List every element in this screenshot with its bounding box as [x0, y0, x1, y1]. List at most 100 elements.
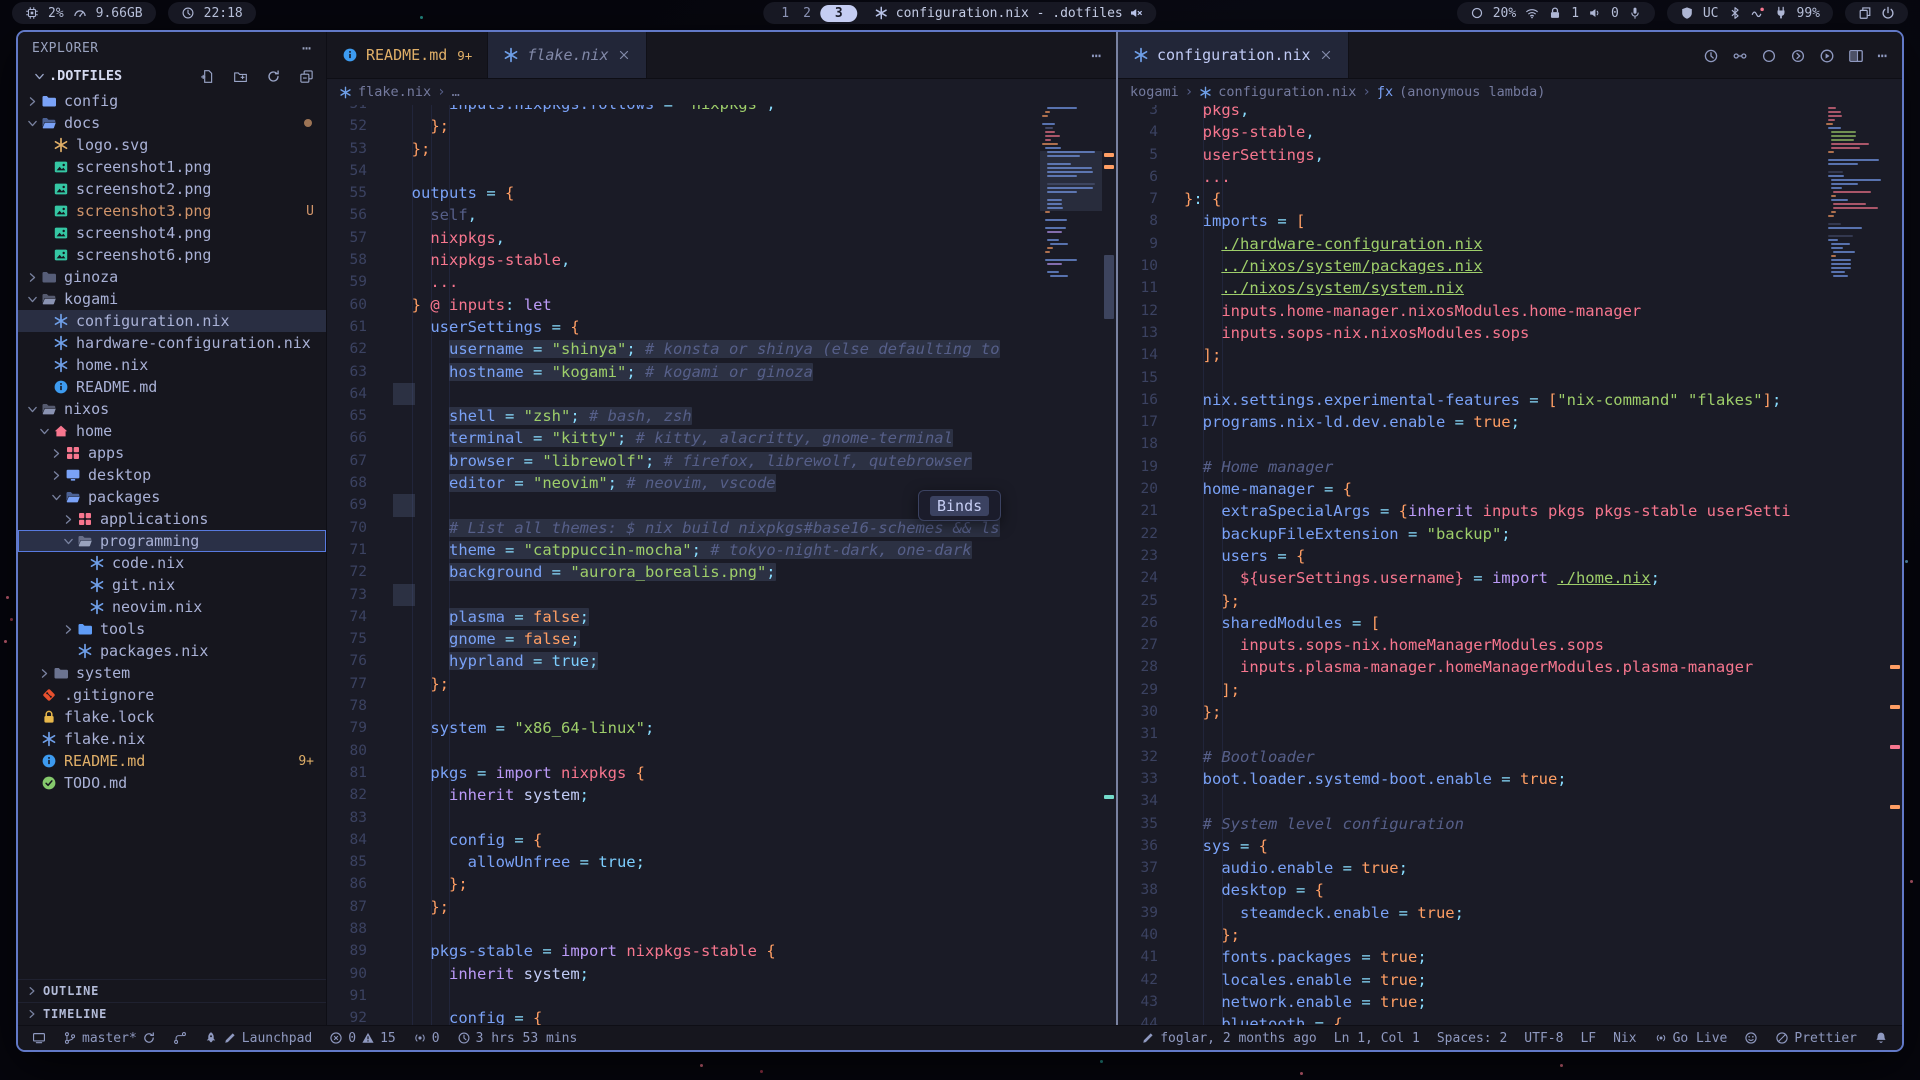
- tree-item-programming[interactable]: programming: [18, 530, 326, 552]
- overview-ruler[interactable]: [1102, 105, 1116, 1025]
- circr-action-button[interactable]: [1790, 46, 1806, 65]
- status-problems[interactable]: 015: [329, 1031, 395, 1046]
- chevron-down-icon-box[interactable]: [24, 117, 41, 130]
- tree-item-packages[interactable]: packages: [18, 486, 326, 508]
- code-editor-flake[interactable]: 51 inputs.nixpkgs.follows = "nixpkgs";52…: [327, 105, 1116, 1025]
- status-launchpad[interactable]: Launchpad: [204, 1031, 312, 1046]
- refresh-button[interactable]: [257, 68, 281, 84]
- tree-item-logo.svg[interactable]: logo.svg: [18, 134, 326, 156]
- tab-readme.md[interactable]: README.md9+: [327, 32, 488, 78]
- chevron-right-icon-box[interactable]: [60, 513, 77, 526]
- workspace-root-row[interactable]: .DOTFILES: [18, 64, 326, 88]
- breadcrumb-item[interactable]: configuration.nix: [1218, 84, 1356, 100]
- tree-item-code.nix[interactable]: code.nix: [18, 552, 326, 574]
- tree-item-flake.nix[interactable]: flake.nix: [18, 728, 326, 750]
- minimap[interactable]: [1040, 107, 1102, 279]
- tree-item-tools[interactable]: tools: [18, 618, 326, 640]
- topbar-widget-right-0[interactable]: 20%10: [1457, 2, 1655, 24]
- tree-item-readme.md[interactable]: README.md9+: [18, 750, 326, 772]
- chevron-right-icon-box[interactable]: [48, 447, 65, 460]
- circ-action-button[interactable]: [1761, 46, 1777, 65]
- tab-configuration.nix[interactable]: configuration.nix: [1118, 32, 1349, 78]
- timeline-section[interactable]: TIMELINE: [18, 1002, 326, 1025]
- tree-item-kogami[interactable]: kogami: [18, 288, 326, 310]
- tree-item-screenshot6.png[interactable]: screenshot6.png: [18, 244, 326, 266]
- status-cursor-position[interactable]: Ln 1, Col 1: [1334, 1031, 1420, 1046]
- tree-item-desktop[interactable]: desktop: [18, 464, 326, 486]
- code-editor-configuration[interactable]: 3 pkgs,4 pkgs-stable,5 userSettings,6 ..…: [1118, 105, 1902, 1025]
- new-folder-button[interactable]: [224, 68, 248, 84]
- close-tab-icon[interactable]: [617, 48, 631, 62]
- status-encoding[interactable]: UTF-8: [1524, 1031, 1563, 1046]
- tree-item-nixos[interactable]: nixos: [18, 398, 326, 420]
- breadcrumb-item[interactable]: flake.nix: [358, 84, 431, 100]
- workspace-2[interactable]: 2: [798, 6, 816, 21]
- split-action-button[interactable]: [1848, 46, 1864, 65]
- tree-item-hardware-configuration.nix[interactable]: hardware-configuration.nix: [18, 332, 326, 354]
- workspace-and-title-pill[interactable]: 123 configuration.nix - .dotfiles: [763, 2, 1156, 24]
- more-actions-button[interactable]: ⋯: [1091, 46, 1102, 65]
- tree-item-git.nix[interactable]: git.nix: [18, 574, 326, 596]
- breadcrumb[interactable]: kogami›configuration.nix›ƒx(anonymous la…: [1118, 79, 1902, 105]
- outline-section[interactable]: OUTLINE: [18, 979, 326, 1002]
- new-file-button[interactable]: [191, 68, 215, 84]
- close-tab-icon[interactable]: [1319, 48, 1333, 62]
- tree-item-screenshot3.png[interactable]: screenshot3.pngU: [18, 200, 326, 222]
- status-git-graph[interactable]: [173, 1031, 187, 1045]
- tab-flake.nix[interactable]: flake.nix: [488, 32, 646, 78]
- hist-action-button[interactable]: [1703, 46, 1719, 65]
- tree-item-docs[interactable]: docs: [18, 112, 326, 134]
- chevron-right-icon-box[interactable]: [48, 469, 65, 482]
- overview-ruler[interactable]: [1888, 105, 1902, 1025]
- tree-item-neovim.nix[interactable]: neovim.nix: [18, 596, 326, 618]
- topbar-widget-left-0[interactable]: 2%9.66GB: [12, 2, 156, 24]
- compare-action-button[interactable]: [1732, 46, 1748, 65]
- status-notifications[interactable]: [1874, 1031, 1888, 1045]
- tree-item-screenshot1.png[interactable]: screenshot1.png: [18, 156, 326, 178]
- status-eol[interactable]: LF: [1580, 1031, 1596, 1046]
- tree-item-screenshot4.png[interactable]: screenshot4.png: [18, 222, 326, 244]
- status-time-tracker[interactable]: 3 hrs 53 mins: [457, 1031, 578, 1046]
- status-go-live[interactable]: Go Live: [1654, 1031, 1728, 1046]
- chevron-right-icon-box[interactable]: [36, 667, 53, 680]
- status-remote-window[interactable]: [32, 1031, 46, 1045]
- status-git-branch[interactable]: master*: [63, 1031, 156, 1046]
- tree-item-ginoza[interactable]: ginoza: [18, 266, 326, 288]
- workspace-1[interactable]: 1: [776, 6, 794, 21]
- tree-item-system[interactable]: system: [18, 662, 326, 684]
- tree-item-apps[interactable]: apps: [18, 442, 326, 464]
- tree-item-todo.md[interactable]: TODO.md: [18, 772, 326, 794]
- breadcrumb-item[interactable]: kogami: [1130, 84, 1179, 100]
- breadcrumb-item[interactable]: (anonymous lambda): [1399, 84, 1545, 100]
- collapse-button[interactable]: [290, 68, 314, 84]
- chevron-down-icon-box[interactable]: [48, 491, 65, 504]
- workspace-switcher[interactable]: 123: [776, 5, 857, 22]
- status-prettier[interactable]: Prettier: [1775, 1031, 1857, 1046]
- topbar-widget-right-2[interactable]: [1845, 2, 1908, 24]
- tree-item-packages.nix[interactable]: packages.nix: [18, 640, 326, 662]
- status-indentation[interactable]: Spaces: 2: [1437, 1031, 1507, 1046]
- run-action-button[interactable]: [1819, 46, 1835, 65]
- chevron-right-icon-box[interactable]: [60, 623, 77, 636]
- chevron-down-icon-box[interactable]: [60, 535, 77, 548]
- status-language-mode[interactable]: Nix: [1613, 1031, 1636, 1046]
- tree-item-home[interactable]: home: [18, 420, 326, 442]
- explorer-more-actions[interactable]: ⋯: [302, 39, 312, 57]
- tree-item-home.nix[interactable]: home.nix: [18, 354, 326, 376]
- more-actions-button[interactable]: ⋯: [1877, 46, 1888, 65]
- status-ports[interactable]: 0: [413, 1031, 440, 1046]
- tree-item-.gitignore[interactable]: .gitignore: [18, 684, 326, 706]
- chevron-down-icon-box[interactable]: [24, 403, 41, 416]
- tree-item-configuration.nix[interactable]: configuration.nix: [18, 310, 326, 332]
- minimap[interactable]: [1826, 107, 1888, 279]
- breadcrumb-item[interactable]: ƒx: [1377, 84, 1393, 100]
- status-github[interactable]: [1744, 1031, 1758, 1045]
- topbar-widget-right-1[interactable]: UC99%: [1667, 2, 1833, 24]
- chevron-down-icon-box[interactable]: [24, 293, 41, 306]
- chevron-right-icon-box[interactable]: [24, 95, 41, 108]
- breadcrumb[interactable]: flake.nix›…: [327, 79, 1116, 105]
- topbar-widget-left-1[interactable]: 22:18: [168, 2, 256, 24]
- tree-item-readme.md[interactable]: README.md: [18, 376, 326, 398]
- status-git-blame[interactable]: foglar, 2 months ago: [1141, 1031, 1317, 1046]
- chevron-down-icon-box[interactable]: [36, 425, 53, 438]
